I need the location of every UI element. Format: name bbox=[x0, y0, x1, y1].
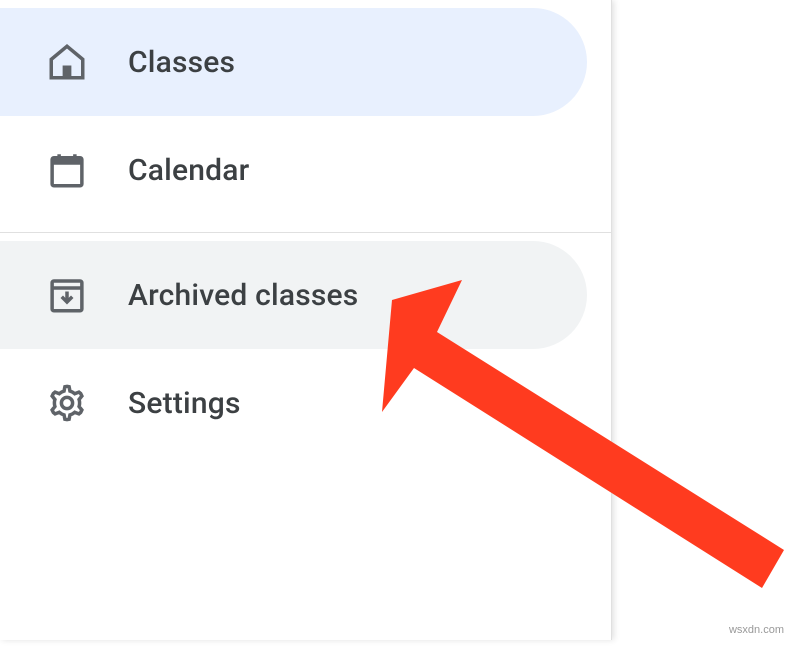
archive-icon bbox=[46, 274, 88, 316]
sidebar-section-main: Classes Calendar bbox=[0, 0, 611, 232]
sidebar-item-label: Calendar bbox=[128, 153, 249, 188]
sidebar-item-label: Settings bbox=[128, 386, 241, 421]
sidebar-item-calendar[interactable]: Calendar bbox=[0, 116, 587, 224]
watermark: wsxdn.com bbox=[729, 624, 784, 636]
sidebar-panel: Classes Calendar bbox=[0, 0, 612, 640]
home-icon bbox=[46, 41, 88, 83]
calendar-icon bbox=[46, 149, 88, 191]
sidebar-item-label: Classes bbox=[128, 45, 235, 80]
sidebar-item-classes[interactable]: Classes bbox=[0, 8, 587, 116]
sidebar-item-archived-classes[interactable]: Archived classes bbox=[0, 241, 587, 349]
sidebar-item-label: Archived classes bbox=[128, 278, 358, 313]
sidebar-section-secondary: Archived classes Settings bbox=[0, 232, 611, 465]
gear-icon bbox=[46, 382, 88, 424]
sidebar-item-settings[interactable]: Settings bbox=[0, 349, 587, 457]
